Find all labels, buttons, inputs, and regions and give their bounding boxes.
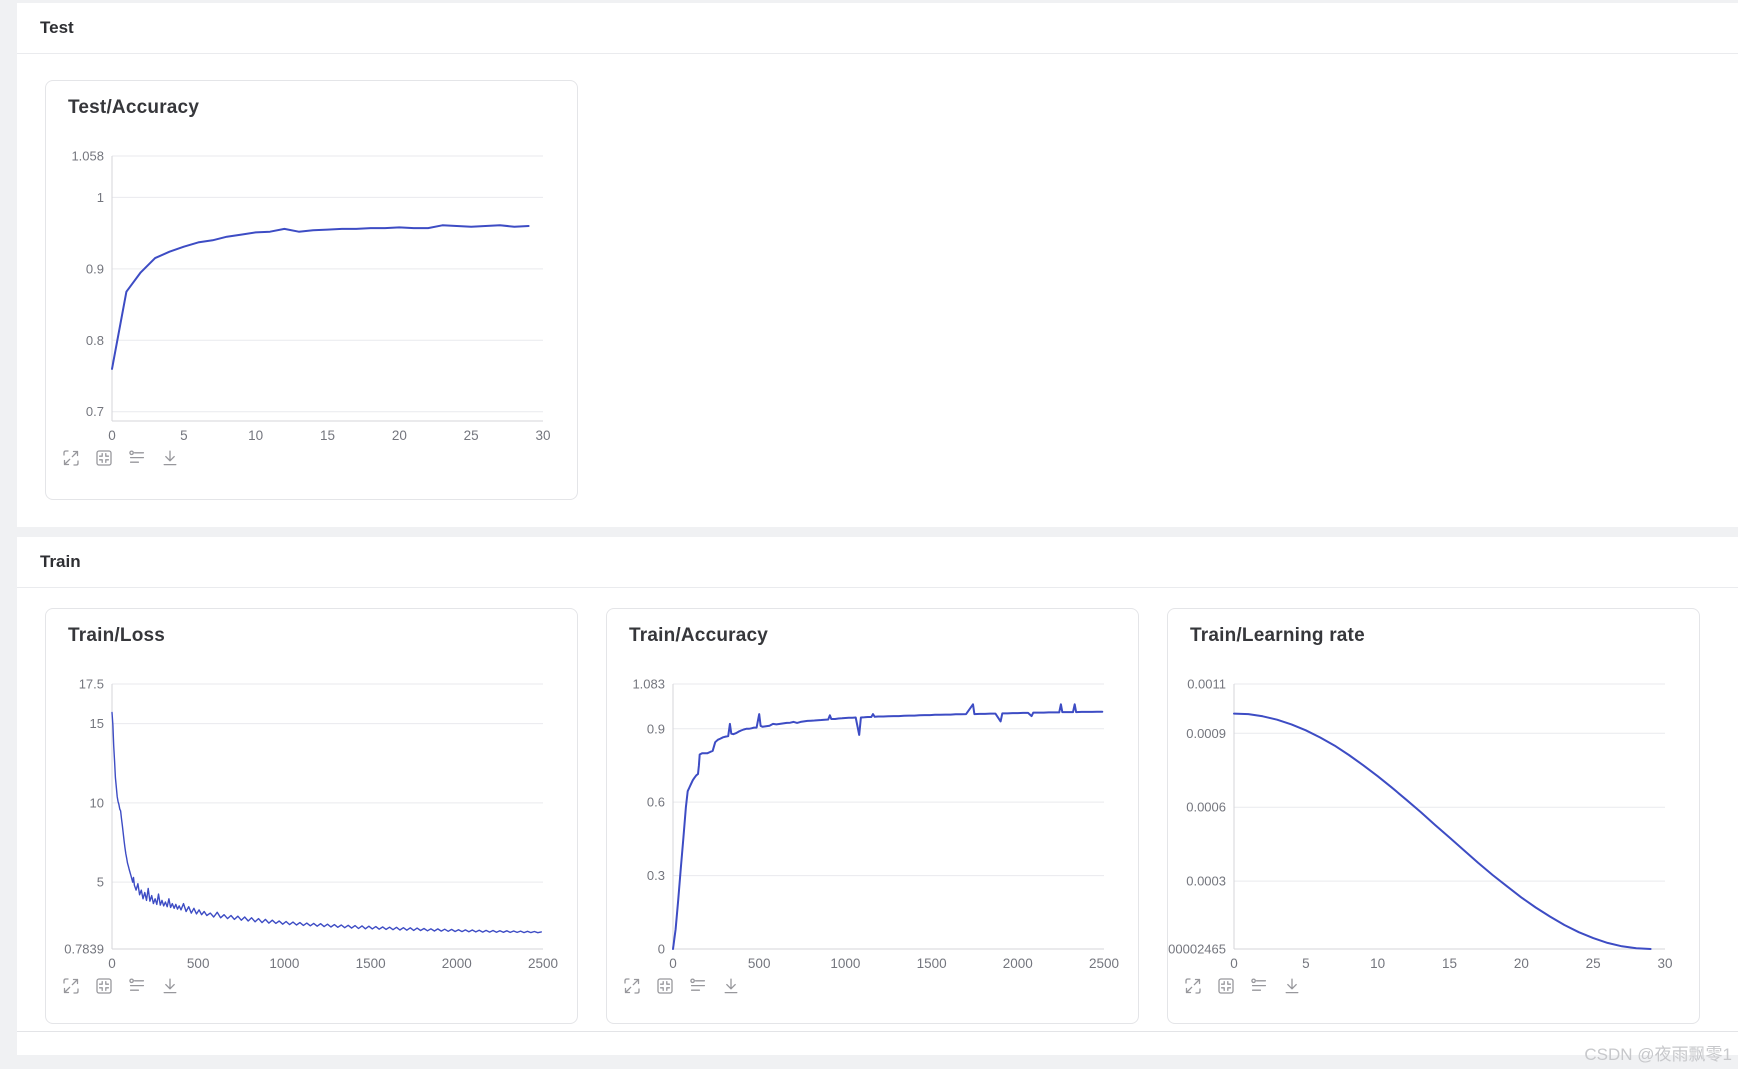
svg-text:0.7: 0.7 <box>86 404 104 419</box>
chart-plot-area[interactable]: 1.058 1 0.9 0.8 0.7 0 5 10 15 20 25 30 <box>46 81 577 499</box>
svg-text:0.0011: 0.0011 <box>1187 677 1226 692</box>
smoothing-icon[interactable] <box>1249 976 1269 996</box>
chart-title: Test/Accuracy <box>68 97 200 118</box>
svg-text:15: 15 <box>1442 956 1457 971</box>
svg-text:30: 30 <box>1657 956 1672 971</box>
svg-text:1.058: 1.058 <box>71 149 104 164</box>
svg-text:500: 500 <box>187 956 210 971</box>
smoothing-icon[interactable] <box>127 976 147 996</box>
svg-text:5: 5 <box>180 428 188 443</box>
download-icon[interactable] <box>1282 976 1302 996</box>
chart-card-test-accuracy: Test/Accuracy 1.058 1 0.9 0.8 0.7 0 5 10 15 20 25 3… <box>45 80 578 500</box>
svg-text:20: 20 <box>392 428 407 443</box>
collapse-icon[interactable] <box>94 448 114 468</box>
chart-toolbar <box>1183 976 1302 996</box>
download-icon[interactable] <box>160 976 180 996</box>
svg-text:1500: 1500 <box>356 956 386 971</box>
fullscreen-icon[interactable] <box>622 976 642 996</box>
svg-text:15: 15 <box>90 716 104 731</box>
svg-text:30: 30 <box>535 428 550 443</box>
chart-toolbar <box>61 976 180 996</box>
section-test-header[interactable]: Test <box>17 3 1738 54</box>
fullscreen-icon[interactable] <box>1183 976 1203 996</box>
svg-text:0: 0 <box>108 428 116 443</box>
section-train: Train Train/Loss 17.5 15 10 5 0.7839 0 500 1000… <box>17 537 1738 1032</box>
chart-title: Train/Loss <box>68 625 166 646</box>
section-divider <box>17 527 1738 537</box>
svg-text:5: 5 <box>97 875 104 890</box>
smoothing-icon[interactable] <box>127 448 147 468</box>
svg-text:1000: 1000 <box>830 956 860 971</box>
collapse-icon[interactable] <box>94 976 114 996</box>
svg-text:5: 5 <box>1302 956 1310 971</box>
chart-plot-area[interactable]: 1.083 0.9 0.6 0.3 0 0 500 1000 1500 2000 2500 <box>607 609 1138 1023</box>
collapse-icon[interactable] <box>655 976 675 996</box>
svg-text:10: 10 <box>248 428 263 443</box>
svg-text:0.0006: 0.0006 <box>1186 800 1226 815</box>
fullscreen-icon[interactable] <box>61 448 81 468</box>
svg-text:1000: 1000 <box>269 956 299 971</box>
svg-text:1500: 1500 <box>917 956 947 971</box>
section-train-header[interactable]: Train <box>17 537 1738 588</box>
bottom-strip <box>17 1032 1738 1055</box>
download-icon[interactable] <box>721 976 741 996</box>
section-title-train: Train <box>40 552 81 571</box>
svg-text:1: 1 <box>97 190 104 205</box>
svg-text:25: 25 <box>464 428 479 443</box>
svg-text:0.0003: 0.0003 <box>1186 874 1226 889</box>
smoothing-icon[interactable] <box>688 976 708 996</box>
svg-text:0: 0 <box>108 956 116 971</box>
chart-toolbar <box>622 976 741 996</box>
svg-text:0.8: 0.8 <box>86 333 104 348</box>
svg-text:17.5: 17.5 <box>79 677 104 692</box>
svg-text:0: 0 <box>658 942 665 957</box>
svg-text:0.0009: 0.0009 <box>1186 726 1226 741</box>
svg-text:0.9: 0.9 <box>86 261 104 276</box>
collapse-icon[interactable] <box>1216 976 1236 996</box>
chart-card-train-accuracy: Train/Accuracy 1.083 0.9 0.6 0.3 0 0 500 1000 15… <box>606 608 1139 1024</box>
svg-text:0.3: 0.3 <box>647 868 665 883</box>
svg-text:0.00002465: 0.00002465 <box>1168 942 1226 957</box>
chart-toolbar <box>61 448 180 468</box>
svg-text:0: 0 <box>669 956 677 971</box>
dashboard-page: Test Test/Accuracy 1.058 1 0.9 0.8 0.7 0 5 10 15… <box>17 3 1738 1055</box>
section-test-body: Test/Accuracy 1.058 1 0.9 0.8 0.7 0 5 10 15 20 25 3… <box>17 54 1738 527</box>
section-train-body: Train/Loss 17.5 15 10 5 0.7839 0 500 1000 1500 20… <box>17 588 1738 1031</box>
chart-card-train-learning-rate: Train/Learning rate 0.0011 0.0009 0.0006 0.… <box>1167 608 1700 1024</box>
svg-text:0.9: 0.9 <box>647 721 665 736</box>
svg-text:15: 15 <box>320 428 335 443</box>
watermark: CSDN @夜雨飘零1 <box>1584 1045 1732 1064</box>
svg-text:2500: 2500 <box>1089 956 1119 971</box>
svg-text:2000: 2000 <box>1003 956 1033 971</box>
svg-text:0: 0 <box>1230 956 1238 971</box>
svg-text:2000: 2000 <box>442 956 472 971</box>
chart-plot-area[interactable]: 0.0011 0.0009 0.0006 0.0003 0.00002465 0 5 10 15… <box>1168 609 1699 1023</box>
svg-text:0.7839: 0.7839 <box>64 942 104 957</box>
chart-title: Train/Learning rate <box>1190 625 1365 646</box>
svg-text:2500: 2500 <box>528 956 558 971</box>
svg-text:25: 25 <box>1586 956 1601 971</box>
svg-text:10: 10 <box>1370 956 1385 971</box>
svg-text:1.083: 1.083 <box>632 677 665 692</box>
svg-text:20: 20 <box>1514 956 1529 971</box>
svg-text:0.6: 0.6 <box>647 795 665 810</box>
chart-title: Train/Accuracy <box>629 625 769 646</box>
section-test: Test Test/Accuracy 1.058 1 0.9 0.8 0.7 0 5 10 15… <box>17 3 1738 527</box>
section-title-test: Test <box>40 18 74 37</box>
download-icon[interactable] <box>160 448 180 468</box>
chart-card-train-loss: Train/Loss 17.5 15 10 5 0.7839 0 500 1000 1500 20… <box>45 608 578 1024</box>
chart-plot-area[interactable]: 17.5 15 10 5 0.7839 0 500 1000 1500 2000 2500 <box>46 609 577 1023</box>
svg-text:500: 500 <box>748 956 771 971</box>
fullscreen-icon[interactable] <box>61 976 81 996</box>
svg-text:10: 10 <box>90 795 104 810</box>
